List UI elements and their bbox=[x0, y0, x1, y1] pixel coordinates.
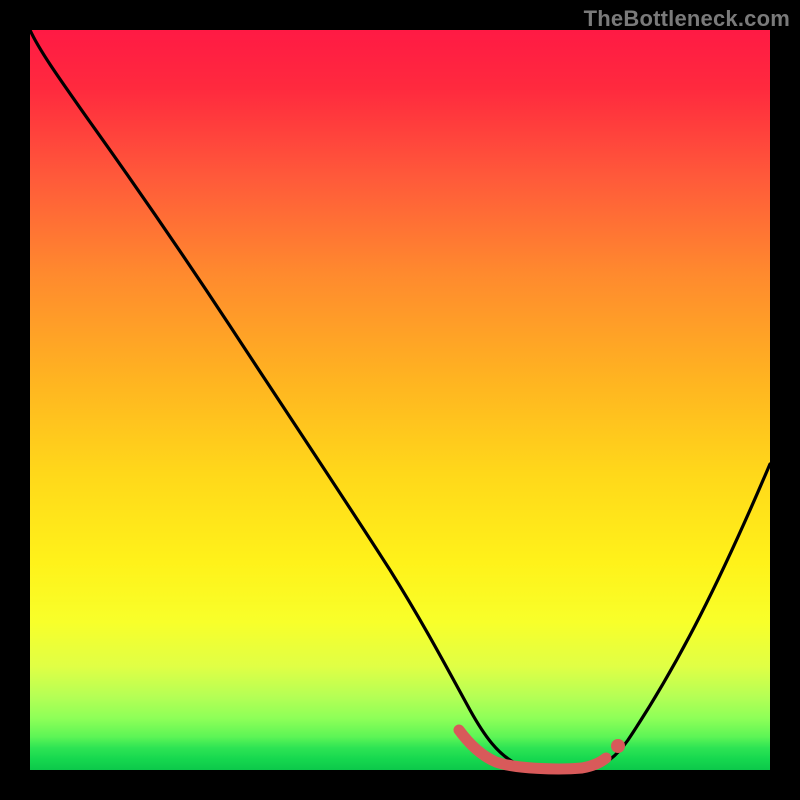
chart-svg bbox=[30, 30, 770, 770]
watermark-text: TheBottleneck.com bbox=[584, 6, 790, 32]
chart-frame: TheBottleneck.com bbox=[0, 0, 800, 800]
plot-area bbox=[30, 30, 770, 770]
bottleneck-curve-line bbox=[30, 30, 770, 769]
trough-marker-segment bbox=[459, 730, 606, 769]
trough-marker-dot bbox=[611, 739, 625, 753]
